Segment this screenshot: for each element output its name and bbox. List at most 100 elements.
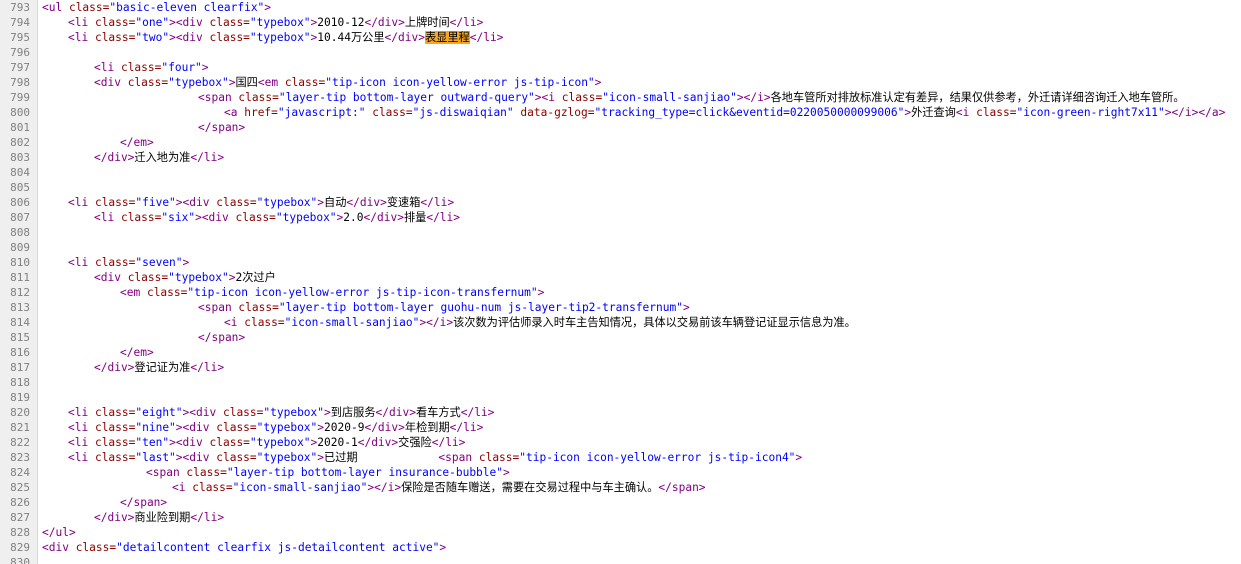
value-token: "tip-icon icon-yellow-error js-tip-icon-… [187, 286, 538, 299]
attribute-token: href= [244, 106, 278, 119]
value-token: "tracking_type=click&eventid=02200500000… [594, 106, 905, 119]
line-source: <li class="six"><div class="typebox">2.0… [94, 210, 460, 225]
tag-token: </i> [743, 91, 771, 104]
line-source: <span class="layer-tip bottom-layer guoh… [198, 300, 690, 315]
line-source: <a href="javascript:" class="js-diswaiqi… [224, 105, 1225, 120]
line-number: 823 [10, 451, 30, 464]
line-source: <li class="five"><div class="typebox">自动… [68, 195, 454, 210]
line-source: <div class="detailcontent clearfix js-de… [42, 540, 446, 555]
tag-token: > [594, 76, 602, 89]
line-source: <span class="layer-tip bottom-layer insu… [146, 465, 510, 480]
tag-token: <li [94, 61, 121, 74]
line-number: 829 [10, 541, 30, 554]
tag-token: </ul> [42, 526, 76, 539]
tag-token: <li [68, 406, 95, 419]
line-number: 828 [10, 526, 30, 539]
value-token: "layer-tip bottom-layer insurance-bubble… [226, 466, 503, 479]
tag-token: </div> [384, 31, 425, 44]
tag-token: <div [201, 211, 236, 224]
attribute-token: class= [192, 481, 233, 494]
code-area[interactable]: 793 <ul class= "basic-eleven clearfix" > 794… [0, 0, 1241, 564]
value-token: "tip-icon icon-yellow-error js-tip-icon" [325, 76, 595, 89]
tag-token: > [736, 91, 744, 104]
code-line: 812 <em class="tip-icon icon-yellow-error… [0, 285, 1241, 300]
value-token: "icon-small-sanjiao" [232, 481, 368, 494]
tag-token: </em> [120, 346, 154, 359]
value-token: "one" [135, 16, 170, 29]
code-line: 797 <li class="four"> [0, 60, 1241, 75]
code-line: 822 <li class="ten"><div class="typebox">… [0, 435, 1241, 450]
line-number: 819 [10, 391, 30, 404]
code-line: 795 <li class="two"><div class="typebox">… [0, 30, 1241, 45]
code-line: 824 <span class="layer-tip bottom-layer i… [0, 465, 1241, 480]
tag-token: </li> [449, 421, 484, 434]
code-line: 805 [0, 180, 1241, 195]
attribute-token: class= [127, 271, 169, 284]
tag-token: </div> [94, 151, 135, 164]
line-source: </span> [198, 120, 245, 135]
attribute-token: data-gzlog= [513, 106, 595, 119]
attribute-token: class= [209, 16, 250, 29]
text-token: 上牌时间 [404, 16, 450, 29]
code-line: 810 <li class="seven"> [0, 255, 1241, 270]
tag-token: <span [198, 301, 239, 314]
tag-token: </li> [420, 196, 455, 209]
source-code-viewer[interactable]: 793 <ul class= "basic-eleven clearfix" > 794… [0, 0, 1241, 564]
line-number: 798 [10, 76, 30, 89]
attribute-token: class= [120, 61, 162, 74]
tag-token: <em [120, 286, 147, 299]
tag-token: <ul [42, 1, 69, 14]
value-token: "basic-eleven clearfix" [109, 1, 265, 14]
tag-token: > [682, 301, 690, 314]
line-number: 811 [10, 271, 30, 284]
text-token: 变速箱 [386, 196, 421, 209]
text-token: 各地车管所对排放标准认定有差异，结果仅供参考，外迁请详细咨询迁入地车管所。 [770, 91, 1185, 104]
attribute-token: class= [94, 406, 136, 419]
code-line: 830 [0, 555, 1241, 564]
attribute-token: class= [94, 451, 136, 464]
value-token: "six" [161, 211, 196, 224]
line-number: 793 [10, 1, 30, 14]
text-token: 2.0 [343, 211, 364, 224]
text-token: 外迁查询 [911, 106, 956, 119]
attribute-token: class= [478, 451, 520, 464]
text-token: 到店服务 [330, 406, 376, 419]
tag-token: <span [438, 451, 479, 464]
tag-token: </li> [190, 361, 225, 374]
tag-token: <i [172, 481, 193, 494]
line-source: <li class="seven"> [68, 255, 189, 270]
code-line: 794 <li class="one"><div class="typebox">… [0, 15, 1241, 30]
attribute-token: class= [561, 91, 603, 104]
code-line: 809 [0, 240, 1241, 255]
line-number: 808 [10, 226, 30, 239]
line-number: 794 [10, 16, 30, 29]
line-number: 820 [10, 406, 30, 419]
tag-token: <div [94, 76, 128, 89]
value-token: "layer-tip bottom-layer outward-query" [278, 91, 535, 104]
code-line: 816 </em> [0, 345, 1241, 360]
tag-token: > [537, 286, 545, 299]
code-line: 804 [0, 165, 1241, 180]
line-source: </span> [198, 330, 245, 345]
line-number: 821 [10, 421, 30, 434]
tag-token: </span> [120, 496, 168, 509]
tag-token: </a> [1198, 106, 1226, 119]
tag-token: </li> [190, 511, 225, 524]
attribute-token: class= [222, 406, 264, 419]
text-token: 迁入地为准 [134, 151, 191, 164]
line-number: 810 [10, 256, 30, 269]
value-token: "nine" [135, 421, 176, 434]
line-source: <i class="icon-small-sanjiao"></i>保险是否随车… [172, 480, 706, 495]
text-token: 看车方式 [415, 406, 461, 419]
value-token: "typebox" [256, 451, 318, 464]
line-number: 806 [10, 196, 30, 209]
tag-token: <span [198, 91, 239, 104]
attribute-token: class= [120, 211, 162, 224]
tag-token: <li [68, 451, 95, 464]
tag-token: </span> [658, 481, 706, 494]
value-token: "typebox" [256, 421, 318, 434]
line-source: <li class="last"><div class="typebox">已过… [68, 450, 802, 465]
attribute-token: class= [186, 466, 227, 479]
tag-token: </i> [1171, 106, 1199, 119]
tag-token: </div> [346, 196, 387, 209]
